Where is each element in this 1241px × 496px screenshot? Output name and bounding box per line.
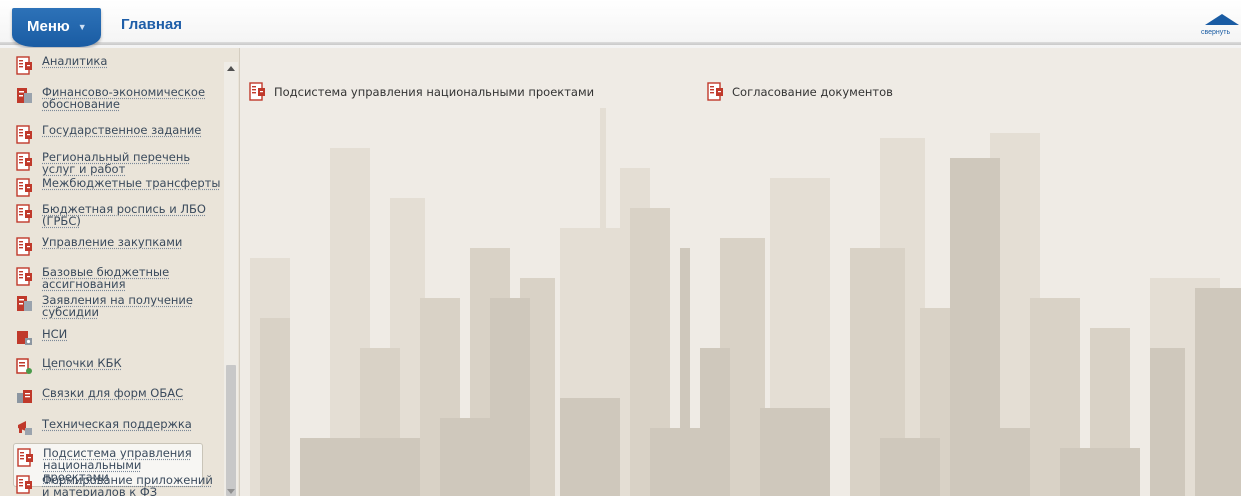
sidebar-item-label: Межбюджетные трансферты bbox=[42, 176, 221, 190]
sidebar-item[interactable]: Государственное задание bbox=[16, 123, 222, 144]
sidebar-item-label: Бюджетная роспись и ЛБО (ГРБС) bbox=[42, 202, 206, 228]
report-icon bbox=[16, 87, 33, 104]
sidebar-item[interactable]: Базовые бюджетные ассигнования bbox=[16, 266, 222, 290]
scroll-up-arrow-icon[interactable] bbox=[227, 66, 235, 71]
link-forms-icon bbox=[16, 388, 33, 405]
sidebar-item-label: Управление закупками bbox=[42, 235, 183, 249]
content-link[interactable]: Подсистема управления национальными прое… bbox=[249, 82, 594, 101]
sidebar-item-label: Аналитика bbox=[42, 54, 108, 68]
sidebar-item-label: Цепочки КБК bbox=[42, 356, 122, 370]
sidebar-item-label: Финансово-экономическое обоснование bbox=[42, 85, 206, 111]
document-icon bbox=[16, 125, 33, 144]
top-bar: Меню ▼ Главная свернуть bbox=[0, 0, 1241, 48]
document-icon bbox=[249, 82, 266, 101]
top-bar-divider bbox=[0, 42, 1241, 45]
document-icon bbox=[16, 475, 33, 494]
sidebar-item-label: Базовые бюджетные ассигнования bbox=[42, 265, 170, 291]
collapse-button[interactable]: свернуть bbox=[1201, 14, 1241, 42]
sidebar-item[interactable]: Техническая поддержка bbox=[16, 418, 222, 436]
sidebar-item[interactable]: НСИ bbox=[16, 328, 222, 346]
sidebar-item-label: НСИ bbox=[42, 327, 68, 341]
sidebar-item-label: Заявления на получение субсидии bbox=[42, 293, 193, 319]
sidebar-item-label: Формирование приложений и материалов к Ф… bbox=[42, 473, 213, 496]
menu-button-label: Меню bbox=[27, 18, 70, 35]
sidebar-item[interactable]: Бюджетная роспись и ЛБО (ГРБС) bbox=[16, 203, 222, 227]
scroll-thumb[interactable] bbox=[226, 365, 236, 496]
document-icon bbox=[16, 204, 33, 223]
document-icon bbox=[16, 178, 33, 197]
content-link[interactable]: Согласование документов bbox=[707, 82, 893, 101]
document-icon bbox=[17, 448, 34, 467]
sidebar-item[interactable]: Аналитика bbox=[16, 54, 222, 75]
main-area: Аналитика Финансово-экономическое обоснов… bbox=[0, 48, 1241, 496]
document-icon bbox=[16, 56, 33, 75]
sidebar-item[interactable]: Связки для форм ОБАС bbox=[16, 387, 222, 405]
sidebar-item[interactable]: Межбюджетные трансферты bbox=[16, 176, 222, 197]
collapse-arrow-icon bbox=[1205, 14, 1239, 25]
sidebar-item[interactable]: Цепочки КБК bbox=[16, 357, 222, 375]
content-link-label: Подсистема управления национальными прое… bbox=[274, 84, 595, 99]
sidebar: Аналитика Финансово-экономическое обоснов… bbox=[0, 48, 240, 496]
chain-icon bbox=[16, 358, 33, 375]
sidebar-item[interactable]: Заявления на получение субсидии bbox=[16, 294, 222, 318]
document-icon bbox=[16, 267, 33, 286]
report-icon bbox=[16, 295, 33, 312]
sidebar-item[interactable]: Управление закупками bbox=[16, 235, 222, 256]
sidebar-item[interactable]: Формирование приложений и материалов к Ф… bbox=[16, 474, 222, 496]
support-icon bbox=[16, 419, 33, 436]
sidebar-scrollbar[interactable] bbox=[224, 62, 238, 496]
page-title: Главная bbox=[121, 16, 183, 33]
content-link-label: Согласование документов bbox=[732, 84, 893, 99]
sidebar-item[interactable]: Региональный перечень услуг и работ bbox=[16, 151, 222, 175]
collapse-label: свернуть bbox=[1201, 29, 1231, 36]
sidebar-item-label: Техническая поддержка bbox=[42, 417, 192, 431]
document-icon bbox=[707, 82, 724, 101]
sidebar-item-label: Государственное задание bbox=[42, 123, 202, 137]
sidebar-item-label: Связки для форм ОБАС bbox=[42, 386, 184, 400]
chevron-down-icon: ▼ bbox=[77, 22, 87, 32]
scroll-down-arrow-icon[interactable] bbox=[227, 489, 235, 494]
sidebar-item-label: Региональный перечень услуг и работ bbox=[42, 150, 191, 176]
document-icon bbox=[16, 237, 33, 256]
document-icon bbox=[16, 152, 33, 171]
reference-icon bbox=[16, 329, 33, 346]
sidebar-item[interactable]: Финансово-экономическое обоснование bbox=[16, 86, 222, 110]
menu-button[interactable]: Меню ▼ bbox=[12, 8, 101, 47]
